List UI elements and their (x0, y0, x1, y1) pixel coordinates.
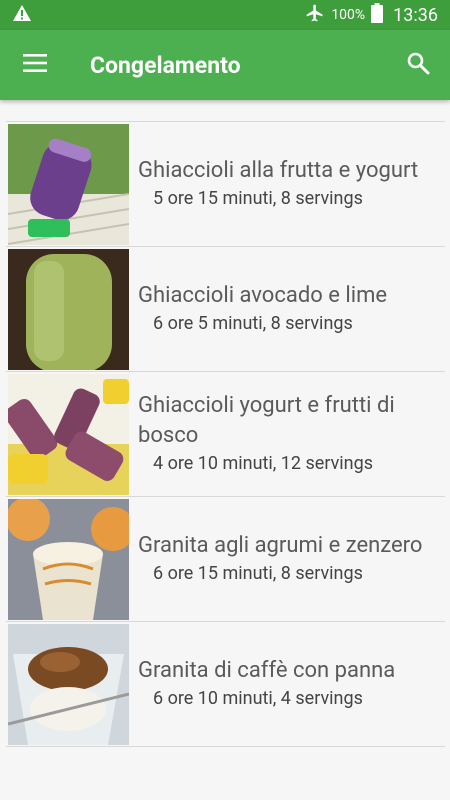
recipe-item[interactable]: Ghiaccioli alla frutta e yogurt 5 ore 15… (6, 122, 445, 247)
recipe-item[interactable]: Granita agli agrumi e zenzero 6 ore 15 m… (6, 497, 445, 622)
clock: 13:36 (393, 4, 438, 26)
menu-button[interactable] (0, 30, 70, 100)
battery-level: 100% (331, 7, 366, 23)
battery-icon (371, 3, 384, 27)
recipe-item[interactable]: Ghiaccioli yogurt e frutti di bosco 4 or… (6, 372, 445, 497)
recipe-meta: 6 ore 15 minuti, 8 servings (153, 563, 363, 584)
recipe-thumbnail (8, 624, 129, 745)
status-bar: 100% 13:36 (0, 0, 450, 30)
recipe-title: Ghiaccioli avocado e lime (138, 283, 388, 308)
recipe-thumbnail (8, 249, 129, 370)
recipe-meta: 5 ore 15 minuti, 8 servings (153, 188, 363, 209)
search-button[interactable] (388, 30, 448, 100)
recipe-list: Ghiaccioli alla frutta e yogurt 5 ore 15… (6, 121, 445, 747)
recipe-thumbnail (8, 499, 129, 620)
recipe-title: Ghiaccioli yogurt e frutti di bosco (138, 393, 395, 448)
warning-icon (12, 4, 32, 26)
app-bar: Congelamento (0, 30, 450, 100)
recipe-title: Granita agli agrumi e zenzero (138, 533, 423, 558)
recipe-title: Granita di caffè con panna (138, 658, 396, 683)
menu-icon (23, 54, 47, 76)
recipe-thumbnail (8, 374, 129, 495)
airplane-icon (305, 3, 325, 27)
recipe-meta: 4 ore 10 minuti, 12 servings (153, 453, 374, 474)
page-title: Congelamento (90, 51, 241, 79)
recipe-title: Ghiaccioli alla frutta e yogurt (138, 158, 419, 183)
recipe-meta: 6 ore 5 minuti, 8 servings (153, 313, 353, 334)
recipe-item[interactable]: Ghiaccioli avocado e lime 6 ore 5 minuti… (6, 247, 445, 372)
recipe-meta: 6 ore 10 minuti, 4 servings (153, 688, 363, 709)
recipe-item[interactable]: Granita di caffè con panna 6 ore 10 minu… (6, 622, 445, 747)
recipe-thumbnail (8, 124, 129, 245)
search-icon (406, 51, 430, 79)
